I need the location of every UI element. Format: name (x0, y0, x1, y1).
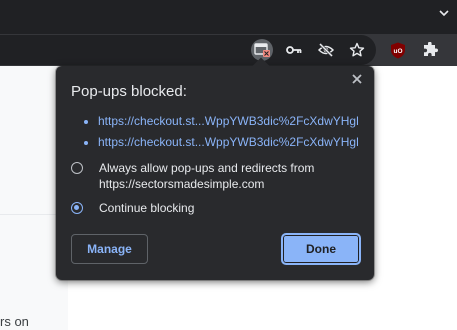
ublock-icon[interactable]: uO (387, 39, 409, 61)
svg-text:uO: uO (393, 48, 402, 55)
chevron-down-icon[interactable] (437, 6, 451, 20)
blocked-popup-list: https://checkout.st...WppYWB3dic%2FcXdwY… (84, 111, 359, 153)
extensions-puzzle-icon[interactable] (419, 39, 441, 61)
eye-slash-icon[interactable] (315, 39, 337, 61)
continue-blocking-radio[interactable] (71, 202, 83, 214)
toolbar: uO (0, 34, 457, 66)
bullet-icon (84, 120, 88, 124)
blocked-popup-link[interactable]: https://checkout.st...WppYWB3dic%2FcXdwY… (84, 111, 359, 132)
manage-button[interactable]: Manage (71, 234, 148, 264)
always-allow-label: Always allow pop-ups and redirects from … (99, 161, 315, 191)
always-allow-radio[interactable] (71, 162, 83, 174)
popups-blocked-dialog: Pop-ups blocked: https://checkout.st...W… (56, 57, 374, 280)
continue-blocking-label: Continue blocking (99, 201, 195, 215)
title-bar (0, 0, 457, 34)
blocked-popup-link[interactable]: https://checkout.st...WppYWB3dic%2FcXdwY… (84, 132, 359, 153)
star-icon[interactable] (346, 39, 368, 61)
key-icon[interactable] (283, 39, 305, 61)
close-icon[interactable] (350, 72, 364, 86)
bullet-icon (84, 141, 88, 145)
dialog-title: Pop-ups blocked: (71, 83, 187, 100)
done-button[interactable]: Done (282, 234, 360, 264)
page-text-fragment: rs on (0, 314, 29, 329)
